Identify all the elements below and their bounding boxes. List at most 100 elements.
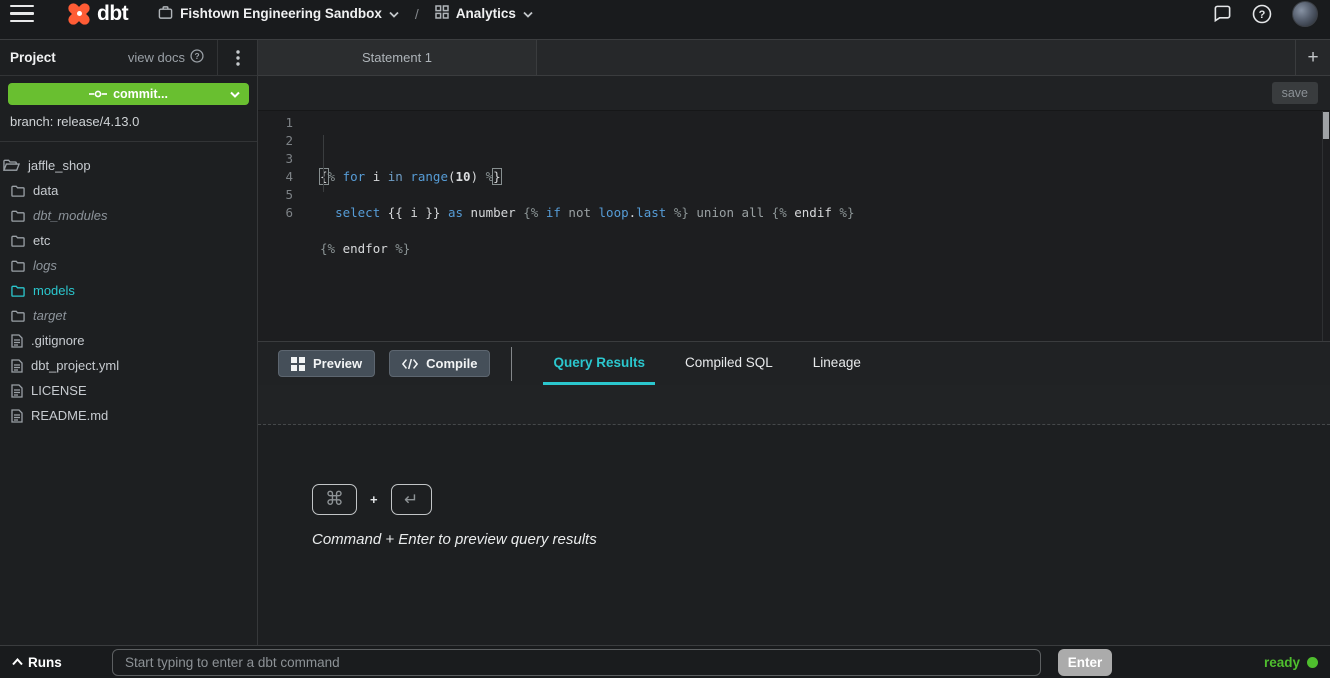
code-token: in bbox=[388, 169, 403, 184]
code-token: for bbox=[343, 169, 366, 184]
dbt-logo-text: dbt bbox=[97, 2, 128, 26]
tab-bar-spacer bbox=[537, 40, 1295, 75]
view-docs-label: view docs bbox=[128, 50, 185, 65]
tree-item-label: LICENSE bbox=[31, 383, 87, 398]
code-token bbox=[320, 205, 335, 220]
tree-item-label: dbt_modules bbox=[33, 208, 107, 223]
line-number: 2 bbox=[258, 132, 293, 150]
results-area: ⌘ + ↵ Command + Enter to preview query r… bbox=[258, 425, 1330, 645]
indent-guide bbox=[323, 135, 324, 192]
tab-statement-1[interactable]: Statement 1 bbox=[258, 40, 537, 75]
tree-item-label: models bbox=[33, 283, 75, 298]
tree-item-label: data bbox=[33, 183, 58, 198]
runs-toggle[interactable]: Runs bbox=[12, 655, 112, 670]
tree-item-etc[interactable]: etc bbox=[0, 228, 257, 253]
code-line-3[interactable]: select {{ i }} as number {% if not loop.… bbox=[320, 204, 854, 222]
editor-scrollbar-track[interactable] bbox=[1322, 111, 1330, 341]
breadcrumb-separator: / bbox=[415, 6, 419, 22]
code-token: %} bbox=[674, 205, 689, 220]
line-number: 6 bbox=[258, 204, 293, 222]
folder-icon bbox=[11, 260, 25, 272]
tree-item-readme-md[interactable]: README.md bbox=[0, 403, 257, 428]
code-line-4[interactable] bbox=[320, 222, 854, 240]
tree-item-data[interactable]: data bbox=[0, 178, 257, 203]
chevron-down-icon bbox=[389, 6, 399, 21]
line-number-gutter: 123456 bbox=[258, 114, 293, 341]
plus-label: + bbox=[370, 492, 378, 507]
tree-item-label: README.md bbox=[31, 408, 108, 423]
tree-item-dbt-project-yml[interactable]: dbt_project.yml bbox=[0, 353, 257, 378]
code-icon bbox=[402, 358, 418, 370]
code-line-1[interactable]: {% for i in range(10) %} bbox=[320, 168, 854, 186]
code-token: % bbox=[328, 169, 336, 184]
button-tab-divider bbox=[511, 347, 512, 381]
editor-tab-bar: Statement 1 + bbox=[258, 40, 1330, 76]
commit-row: commit... bbox=[0, 76, 257, 111]
sidebar-header-actions: view docs ? bbox=[128, 40, 257, 75]
project-name: Analytics bbox=[456, 6, 516, 21]
branch-label: branch: release/4.13.0 bbox=[0, 111, 257, 141]
code-line-6[interactable] bbox=[320, 258, 854, 276]
code-token: as bbox=[448, 205, 463, 220]
app-body: Project view docs ? commit... bbox=[0, 40, 1330, 645]
file-icon bbox=[11, 334, 23, 348]
code-token: loop bbox=[599, 205, 629, 220]
line-number: 3 bbox=[258, 150, 293, 168]
help-icon[interactable]: ? bbox=[1252, 4, 1272, 24]
status-label: ready bbox=[1264, 655, 1300, 670]
code-editor[interactable]: 123456 {% for i in range(10) %} select {… bbox=[258, 110, 1330, 341]
folder-icon bbox=[11, 285, 25, 297]
chevron-down-icon bbox=[523, 6, 533, 21]
kebab-menu-icon[interactable] bbox=[218, 50, 257, 66]
tree-item-logs[interactable]: logs bbox=[0, 253, 257, 278]
help-circle-icon: ? bbox=[190, 49, 204, 66]
tree-item--gitignore[interactable]: .gitignore bbox=[0, 328, 257, 353]
editor-scrollbar-thumb[interactable] bbox=[1323, 112, 1329, 139]
code-token bbox=[591, 205, 599, 220]
commit-button[interactable]: commit... bbox=[8, 83, 249, 105]
sidebar-title: Project bbox=[10, 50, 56, 65]
code-token bbox=[764, 205, 772, 220]
preview-button[interactable]: Preview bbox=[278, 350, 375, 377]
compile-button-label: Compile bbox=[426, 356, 477, 371]
file-icon bbox=[11, 384, 23, 398]
folder-icon bbox=[11, 310, 25, 322]
hamburger-menu-icon[interactable] bbox=[10, 5, 34, 22]
tree-item-label: etc bbox=[33, 233, 50, 248]
tree-item-license[interactable]: LICENSE bbox=[0, 378, 257, 403]
chat-icon[interactable] bbox=[1213, 4, 1232, 23]
code-token: {% bbox=[772, 205, 787, 220]
tree-item-models[interactable]: models bbox=[0, 278, 257, 303]
main-area: Statement 1 + save 123456 {% for i in ra… bbox=[258, 40, 1330, 645]
account-selector[interactable]: Fishtown Engineering Sandbox bbox=[158, 5, 399, 23]
code-token bbox=[335, 169, 343, 184]
top-bar-left: dbt Fishtown Engineering Sandbox / Analy… bbox=[10, 1, 533, 27]
tree-item-jaffle-shop[interactable]: jaffle_shop bbox=[0, 153, 257, 178]
code-token bbox=[538, 205, 546, 220]
results-action-row: Preview Compile Query Results Compiled SQ… bbox=[258, 341, 1330, 385]
tree-item-target[interactable]: target bbox=[0, 303, 257, 328]
enter-button[interactable]: Enter bbox=[1058, 649, 1112, 676]
table-grid-icon bbox=[291, 357, 305, 371]
project-selector[interactable]: Analytics bbox=[435, 5, 533, 22]
compile-button[interactable]: Compile bbox=[389, 350, 490, 377]
folder-icon bbox=[11, 235, 25, 247]
commit-chevron-down-icon[interactable] bbox=[230, 91, 240, 98]
dbt-command-input[interactable] bbox=[112, 649, 1041, 676]
line-number: 5 bbox=[258, 186, 293, 204]
results-toolbar bbox=[258, 385, 1330, 425]
tree-item-dbt-modules[interactable]: dbt_modules bbox=[0, 203, 257, 228]
user-avatar[interactable] bbox=[1292, 1, 1318, 27]
save-button[interactable]: save bbox=[1272, 82, 1318, 104]
tab-compiled-sql[interactable]: Compiled SQL bbox=[675, 342, 783, 385]
code-line-5[interactable]: {% endfor %} bbox=[320, 240, 854, 258]
tab-query-results[interactable]: Query Results bbox=[543, 342, 655, 385]
top-bar: dbt Fishtown Engineering Sandbox / Analy… bbox=[0, 0, 1330, 40]
sidebar-divider bbox=[0, 141, 257, 142]
file-tree: jaffle_shopdata dbt_modulesetc logs models t… bbox=[0, 153, 257, 428]
view-docs-link[interactable]: view docs ? bbox=[128, 49, 217, 66]
code-line-2[interactable] bbox=[320, 186, 854, 204]
tab-lineage[interactable]: Lineage bbox=[803, 342, 871, 385]
new-tab-button[interactable]: + bbox=[1295, 40, 1330, 75]
code-token: if bbox=[546, 205, 561, 220]
